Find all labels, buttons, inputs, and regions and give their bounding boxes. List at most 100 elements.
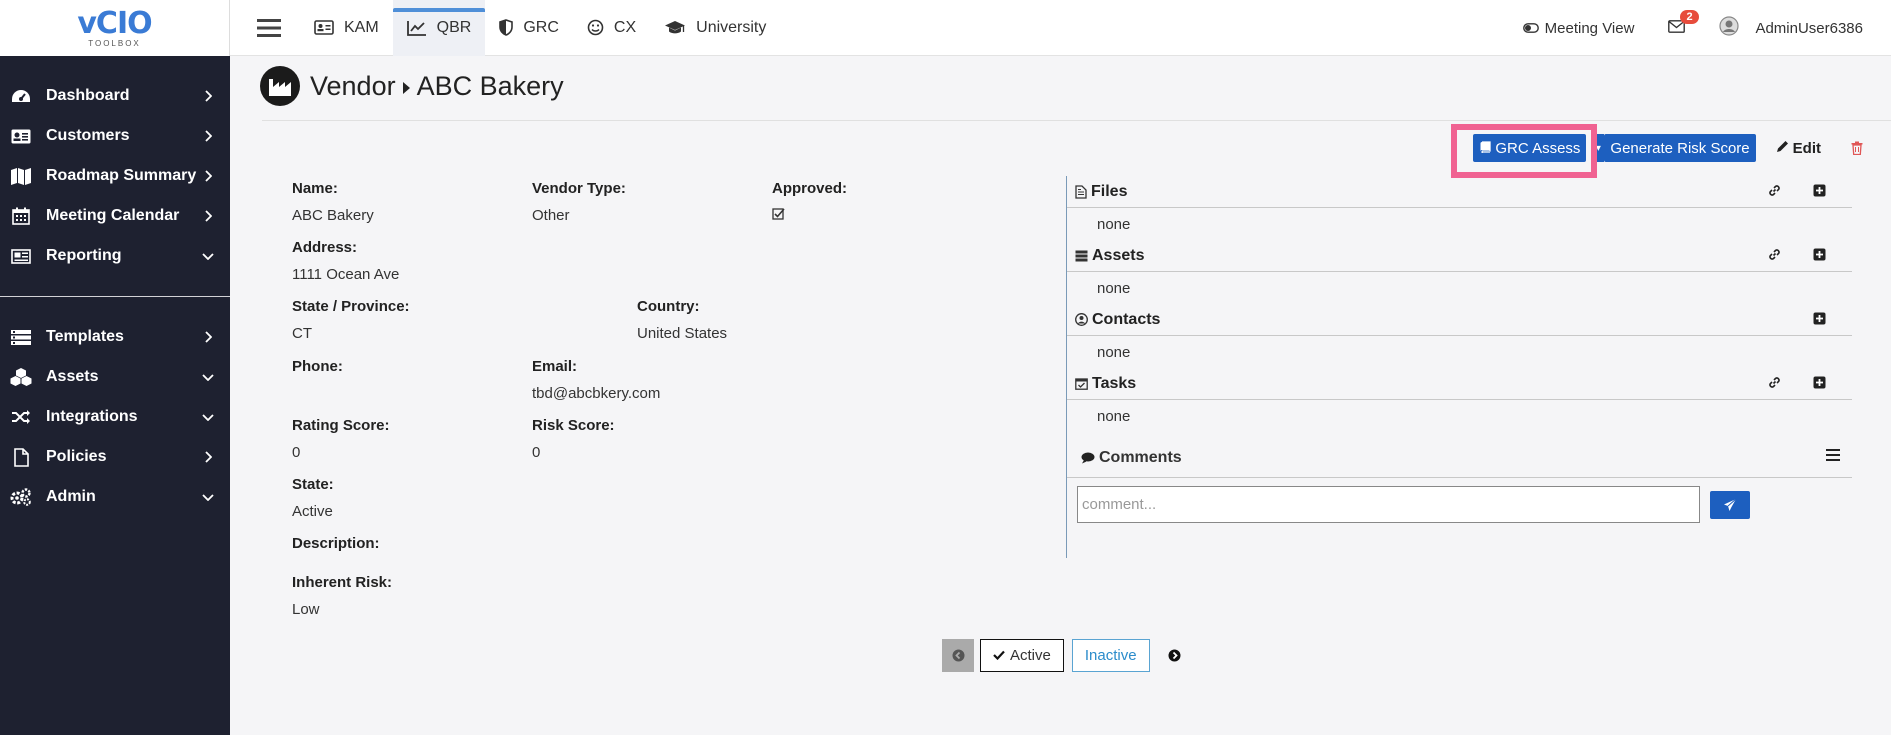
link-icon[interactable] <box>1768 184 1781 202</box>
grc-assess-button[interactable]: GRC Assess <box>1473 134 1587 162</box>
chevron-down-icon <box>202 491 214 503</box>
action-bar: GRC Assess ▾ Generate Risk Score Edit <box>1451 124 1863 178</box>
tab-university[interactable]: University <box>650 0 780 56</box>
active-status-button[interactable]: Active <box>980 639 1064 672</box>
sidebar-item-dashboard[interactable]: Dashboard <box>0 76 230 116</box>
tab-grc[interactable]: GRC <box>485 0 573 56</box>
tab-cx[interactable]: CX <box>573 0 650 56</box>
comment-form <box>1077 486 1852 523</box>
prev-arrow-icon[interactable] <box>942 639 974 672</box>
sidebar-divider <box>0 296 230 297</box>
book-icon <box>1479 140 1492 157</box>
files-title: Files <box>1091 182 1128 200</box>
field-label: State: <box>292 476 334 493</box>
chevron-right-icon <box>202 331 214 343</box>
sidebar-item-label: Reporting <box>46 247 122 264</box>
sidebar-item-customers[interactable]: Customers <box>0 116 230 156</box>
field-name: Name: ABC Bakery <box>292 180 374 224</box>
next-arrow-icon[interactable] <box>1168 649 1181 662</box>
page-header: Vendor ABC Bakery <box>260 66 564 106</box>
logo-area[interactable]: vCIO TOOLBOX <box>0 0 230 56</box>
field-value: tbd@abcbkery.com <box>532 385 661 402</box>
files-header: Files <box>1067 176 1852 208</box>
field-label: State / Province: <box>292 298 410 315</box>
field-country: Country: United States <box>637 298 727 342</box>
grc-assess-wrapper: GRC Assess <box>1451 124 1598 178</box>
field-email: Email: tbd@abcbkery.com <box>532 358 660 402</box>
inactive-status-button[interactable]: Inactive <box>1071 639 1150 672</box>
sidebar-item-assets[interactable]: Assets <box>0 357 230 397</box>
generate-risk-group: ▾ Generate Risk Score <box>1592 134 1756 162</box>
grc-assess-label: GRC Assess <box>1495 139 1581 157</box>
plus-square-icon[interactable] <box>1813 248 1826 266</box>
comments-header: Comments <box>1067 438 1852 478</box>
field-value: 0 <box>532 444 541 461</box>
logo-subtext: TOOLBOX <box>88 38 141 48</box>
chevron-right-icon <box>202 451 214 463</box>
tab-label: GRC <box>523 18 559 36</box>
files-section: Files none <box>1067 176 1852 240</box>
tab-qbr[interactable]: QBR <box>392 0 486 56</box>
tab-kam[interactable]: KAM <box>300 0 393 56</box>
field-value: 1111 Ocean Ave <box>292 266 400 283</box>
chevron-right-icon <box>202 130 214 142</box>
breadcrumb-parent[interactable]: Vendor <box>310 71 396 102</box>
meeting-view-toggle[interactable]: Meeting View <box>1522 20 1634 37</box>
sidebar-item-meeting-calendar[interactable]: Meeting Calendar <box>0 196 230 236</box>
link-icon[interactable] <box>1768 248 1781 266</box>
send-button[interactable] <box>1710 490 1750 519</box>
sidebar-item-label: Templates <box>46 328 124 345</box>
sidebar-item-templates[interactable]: Templates <box>0 317 230 357</box>
contacts-value: none <box>1097 343 1131 361</box>
assets-tools <box>1768 248 1826 266</box>
sidebar-item-policies[interactable]: Policies <box>0 437 230 477</box>
menu-icon[interactable] <box>1826 448 1840 466</box>
user-menu[interactable]: AdminUser6386 <box>1719 16 1863 40</box>
notifications-button[interactable]: 2 <box>1668 9 1699 37</box>
sidebar-item-roadmap-summary[interactable]: Roadmap Summary <box>0 156 230 196</box>
field-value: United States <box>637 325 728 342</box>
tab-label: QBR <box>436 18 472 36</box>
sidebar-nav: Dashboard Customers Roadmap Summary Meet… <box>0 56 230 517</box>
industry-icon <box>260 66 300 106</box>
cogs-icon <box>10 488 32 506</box>
calendar-icon <box>10 207 32 225</box>
sidebar-item-admin[interactable]: Admin <box>0 477 230 517</box>
caret-right-icon <box>402 71 411 102</box>
chevron-right-icon <box>202 90 214 102</box>
comment-input[interactable] <box>1077 486 1700 523</box>
address-card-icon <box>314 20 334 35</box>
checked-icon <box>772 207 847 224</box>
plus-square-icon[interactable] <box>1813 312 1826 330</box>
sidebar-item-integrations[interactable]: Integrations <box>0 397 230 437</box>
main-content: Vendor ABC Bakery GRC Assess ▾ Generate … <box>230 56 1891 735</box>
shield-icon <box>499 19 514 36</box>
file-text-icon <box>1075 184 1087 199</box>
sidebar-item-label: Dashboard <box>46 87 130 104</box>
caret-down-icon[interactable]: ▾ <box>1592 134 1605 162</box>
top-bar: KAM QBR GRC CX University Meeting View 2 <box>230 0 1891 56</box>
field-value: Active <box>292 503 333 520</box>
sidebar-item-reporting[interactable]: Reporting <box>0 236 230 276</box>
status-pager: Active Inactive <box>942 639 1181 672</box>
top-tabs: KAM QBR GRC CX University <box>300 0 780 56</box>
server-icon <box>1075 250 1088 262</box>
field-value: CT <box>292 325 312 342</box>
sidebar: vCIO TOOLBOX Dashboard Customers Roadmap… <box>0 0 230 735</box>
plus-square-icon[interactable] <box>1813 184 1826 202</box>
sidebar-item-label: Policies <box>46 448 107 465</box>
list-icon <box>10 328 32 346</box>
trash-icon[interactable] <box>1851 141 1863 155</box>
tab-label: University <box>696 18 767 36</box>
hamburger-menu-icon[interactable] <box>242 0 296 56</box>
paper-plane-icon <box>1724 498 1737 511</box>
field-value: ABC Bakery <box>292 207 374 224</box>
edit-button[interactable]: Edit <box>1776 140 1821 157</box>
generate-risk-score-button[interactable]: Generate Risk Score <box>1604 134 1756 162</box>
field-vendor-type: Vendor Type: Other <box>532 180 626 224</box>
link-icon[interactable] <box>1768 376 1781 394</box>
logo[interactable]: vCIO TOOLBOX <box>77 2 152 54</box>
map-icon <box>10 167 32 185</box>
plus-square-icon[interactable] <box>1813 376 1826 394</box>
tasks-section: Tasks none <box>1067 368 1852 432</box>
